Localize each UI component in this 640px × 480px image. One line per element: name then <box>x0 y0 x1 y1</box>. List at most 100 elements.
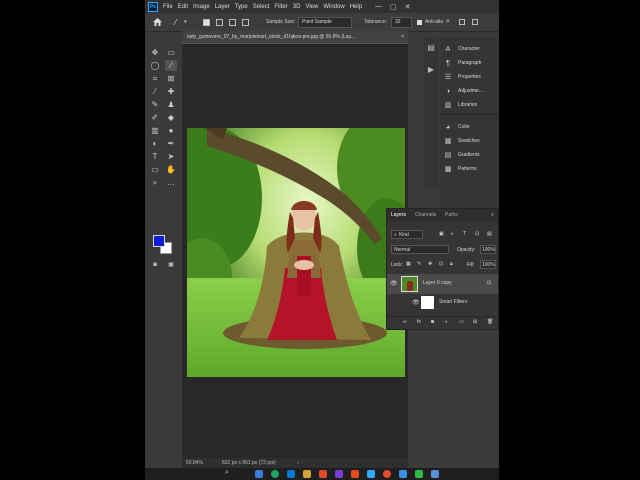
menu-edit[interactable]: Edit <box>178 4 188 10</box>
add-mask-icon[interactable]: ◙ <box>431 319 434 325</box>
taskbar-edge-icon[interactable] <box>271 470 279 478</box>
lock-all-icon[interactable]: 🔒︎ <box>450 261 453 267</box>
layer-style-icon[interactable]: fx <box>417 319 421 325</box>
quick-mask-icon[interactable]: ◙ <box>149 260 161 271</box>
panel-gradients[interactable]: ▤ Gradients <box>444 149 480 161</box>
blur-tool-icon[interactable]: ● <box>165 125 177 136</box>
panel-swatches[interactable]: ▦ Swatches <box>444 135 480 147</box>
taskbar-app-icon[interactable] <box>335 470 343 478</box>
panel-properties[interactable]: ☰ Properties <box>444 71 481 83</box>
menu-select[interactable]: Select <box>253 4 270 10</box>
history-brush-tool-icon[interactable]: ✐ <box>149 112 161 123</box>
document-tab[interactable]: lady_guinevere_07_by_marjoleinart_stock_… <box>182 31 408 44</box>
panel-paragraph[interactable]: ¶ Paragraph <box>444 57 481 69</box>
anti-alias-checkbox[interactable] <box>417 13 424 31</box>
taskbar-photoshop-icon[interactable] <box>367 470 375 478</box>
opacity-input[interactable]: 100% <box>480 245 496 254</box>
pen-tool-icon[interactable]: ✒ <box>165 138 177 149</box>
taskbar-explorer-icon[interactable] <box>255 470 263 478</box>
panel-color[interactable]: ◕ Color <box>444 121 470 133</box>
lock-transparent-icon[interactable]: ▦ <box>406 261 411 267</box>
type-filter-icon[interactable]: T <box>463 231 466 237</box>
tab-channels[interactable]: Channels <box>415 212 436 218</box>
actions-panel-icon[interactable]: ▶ <box>426 65 436 75</box>
menu-layer[interactable]: Layer <box>215 4 230 10</box>
fill-input[interactable]: 100% <box>480 260 496 269</box>
tab-layers[interactable]: Layers <box>391 212 406 218</box>
type-tool-icon[interactable]: T <box>149 151 161 162</box>
frame-tool-icon[interactable]: ⊠ <box>165 73 177 84</box>
menu-help[interactable]: Help <box>350 4 362 10</box>
lock-pixels-icon[interactable]: ✎ <box>417 261 421 267</box>
search-icon[interactable]: ⌕ <box>446 13 450 31</box>
menu-window[interactable]: Window <box>323 4 344 10</box>
menu-type[interactable]: Type <box>235 4 248 10</box>
panel-adjustments[interactable]: ◑ Adjustme... <box>444 85 483 97</box>
history-panel-icon[interactable]: ▤ <box>426 43 436 53</box>
hand-tool-icon[interactable]: ✋ <box>165 164 177 175</box>
move-tool-icon[interactable]: ✥ <box>149 47 161 58</box>
zoom-tool-icon[interactable]: ⌕ <box>149 177 161 188</box>
tool-preset-chevron-icon[interactable]: ▾ <box>184 13 187 31</box>
sample-size-dropdown[interactable]: Point Sample <box>298 16 352 28</box>
lock-artboard-icon[interactable]: ⊡ <box>439 261 443 267</box>
pixel-filter-icon[interactable]: ▣ <box>439 231 444 237</box>
visibility-eye-icon[interactable]: 👁︎ <box>390 280 398 287</box>
foreground-color-swatch[interactable] <box>153 235 165 247</box>
lasso-tool-icon[interactable]: ◯ <box>149 60 161 71</box>
taskbar-other-icon[interactable] <box>431 470 439 478</box>
filter-kind-dropdown[interactable]: ⌕ Kind <box>391 230 423 239</box>
tolerance-input[interactable]: 32 <box>391 16 412 28</box>
blend-mode-dropdown[interactable]: Normal <box>391 245 449 254</box>
path-selection-tool-icon[interactable]: ➤ <box>165 151 177 162</box>
panel-character[interactable]: A Character <box>444 43 480 55</box>
shape-filter-icon[interactable]: ⊡ <box>475 231 479 237</box>
taskbar-store-icon[interactable] <box>319 470 327 478</box>
rectangle-tool-icon[interactable]: ▭ <box>149 164 161 175</box>
share-icon[interactable] <box>472 13 478 31</box>
layer-row-selected[interactable]: 👁︎ Layer 0 copy ⊡ <box>387 274 498 294</box>
dodge-tool-icon[interactable]: ◐ <box>149 138 161 149</box>
eraser-tool-icon[interactable]: ◆ <box>165 112 177 123</box>
zoom-level[interactable]: 50.84% <box>186 458 203 468</box>
delete-layer-icon[interactable]: 🗑︎ <box>487 319 493 325</box>
menu-view[interactable]: View <box>305 4 318 10</box>
new-group-icon[interactable]: ▭ <box>459 319 464 325</box>
magic-wand-tool-button[interactable]: ⁄ <box>165 60 177 71</box>
taskbar-chrome-icon[interactable] <box>383 470 391 478</box>
menu-file[interactable]: File <box>163 4 173 10</box>
lock-position-icon[interactable]: ✥ <box>428 261 432 267</box>
taskbar-green-app-icon[interactable] <box>415 470 423 478</box>
canvas-image[interactable] <box>187 128 405 377</box>
taskbar-illustrator-icon[interactable] <box>351 470 359 478</box>
taskbar-files-icon[interactable] <box>303 470 311 478</box>
eyedropper-tool-icon[interactable]: ⁄ <box>149 86 161 97</box>
new-selection-icon[interactable] <box>203 13 210 31</box>
restore-button[interactable]: ▢ <box>390 3 397 11</box>
panel-patterns[interactable]: ▩ Patterns <box>444 163 477 175</box>
layer-name[interactable]: Layer 0 copy <box>423 280 452 286</box>
more-tools-icon[interactable]: … <box>165 177 177 188</box>
spot-healing-tool-icon[interactable]: ✚ <box>165 86 177 97</box>
new-layer-icon[interactable]: ⊞ <box>473 319 477 325</box>
smart-filters-row[interactable]: 👁︎ Smart Filters <box>387 294 498 312</box>
link-layers-icon[interactable]: ∞ <box>403 319 407 325</box>
workspace-icon[interactable] <box>459 13 465 31</box>
minimize-button[interactable]: — <box>375 3 382 10</box>
panel-libraries[interactable]: ▥ Libraries <box>444 99 478 111</box>
filter-mask-thumbnail[interactable] <box>421 296 434 309</box>
clone-stamp-tool-icon[interactable]: ♟ <box>165 99 177 110</box>
adjustment-filter-icon[interactable]: ◐ <box>451 231 454 237</box>
adjustment-layer-icon[interactable]: ◐ <box>445 319 448 325</box>
close-window-button[interactable]: ✕ <box>405 3 411 11</box>
tab-paths[interactable]: Paths <box>445 212 458 218</box>
gradient-tool-icon[interactable]: ▥ <box>149 125 161 136</box>
magic-wand-tool-icon[interactable]: ⁄ <box>175 13 176 31</box>
add-to-selection-icon[interactable] <box>216 13 223 31</box>
smart-object-filter-icon[interactable]: ▤ <box>487 231 492 237</box>
home-icon[interactable] <box>153 13 162 31</box>
taskbar-mail-icon[interactable] <box>287 470 295 478</box>
taskbar-search-icon[interactable]: ⌕ <box>225 469 229 477</box>
brush-tool-icon[interactable]: ✎ <box>149 99 161 110</box>
smart-filters-eye-icon[interactable]: 👁︎ <box>412 299 420 306</box>
